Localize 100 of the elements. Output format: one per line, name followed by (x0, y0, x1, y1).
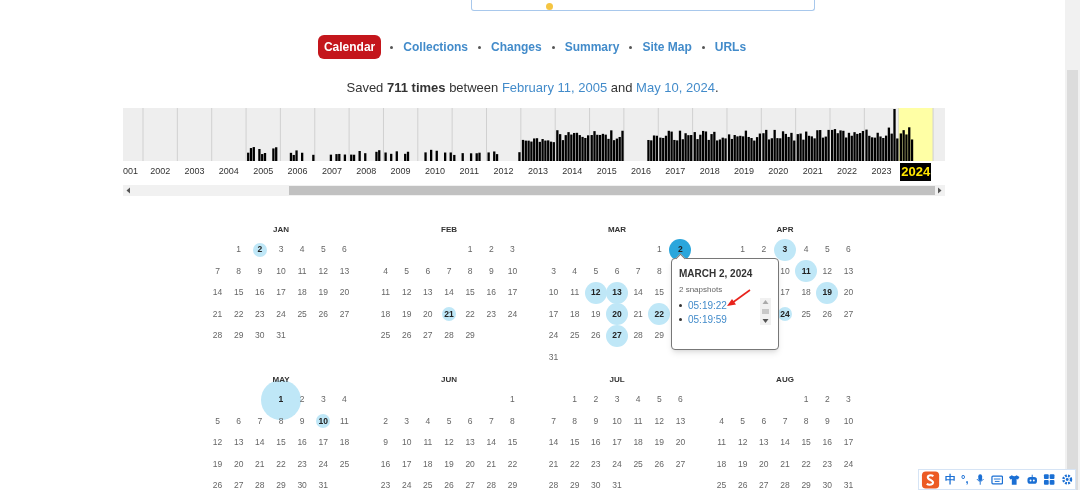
snapshot-day[interactable]: 19 (816, 281, 839, 304)
calendar-day: 4 (803, 243, 809, 257)
year-label[interactable]: 2013 (527, 165, 548, 179)
calendar-day: 12 (212, 436, 223, 450)
calendar-day: 14 (486, 436, 496, 450)
calendar-day: 29 (507, 479, 518, 490)
grid-icon[interactable] (1043, 473, 1056, 486)
nav-tab[interactable]: Summary (563, 38, 621, 56)
calendar-day: 19 (401, 307, 412, 321)
scrollbar-thumb[interactable] (1067, 70, 1078, 490)
year-label[interactable]: 2020 (768, 165, 789, 179)
snapshot-time-link[interactable]: 05:19:59 (688, 311, 727, 327)
snapshot-day[interactable]: 20 (606, 303, 628, 326)
snapshot-day[interactable]: 12 (584, 281, 607, 304)
url-field[interactable] (471, 0, 815, 11)
snapshot-day[interactable]: 2 (252, 242, 267, 257)
date-link[interactable]: February 11, 2005 (501, 80, 608, 95)
calendar-day: 1 (740, 243, 746, 257)
snapshot-time-link[interactable]: 05:19:22 (688, 297, 727, 313)
year-label[interactable]: 2008 (356, 165, 377, 179)
snapshot-day[interactable]: 3 (774, 238, 796, 261)
shirt-icon[interactable] (1008, 473, 1021, 486)
year-label[interactable]: 2006 (287, 165, 308, 179)
ime-logo-icon[interactable] (921, 470, 941, 489)
year-label[interactable]: 2024 (900, 163, 932, 181)
snapshot-day[interactable]: 22 (648, 303, 671, 326)
year-label[interactable]: 2023 (871, 165, 892, 179)
popup-scrollbar[interactable] (760, 298, 771, 325)
calendar-day: 28 (633, 329, 643, 343)
calendar-day: 3 (614, 393, 620, 407)
year-label[interactable]: 001 (123, 165, 139, 179)
nav-tab[interactable]: Calendar (317, 35, 382, 59)
date-link[interactable]: May 10, 2024 (636, 80, 715, 95)
calendar-day: 29 (276, 479, 286, 490)
calendar-day: 2 (299, 393, 305, 407)
calendar-day: 15 (507, 436, 518, 450)
year-label[interactable]: 2010 (424, 165, 445, 179)
calendar-day: 17 (780, 286, 790, 300)
calendar-day: 2 (761, 243, 767, 257)
year-label[interactable]: 2003 (184, 165, 205, 179)
calendar-day: 26 (401, 329, 412, 343)
month-title: JUN (441, 373, 457, 386)
calendar-day: 12 (318, 264, 328, 278)
ime-mode-toggle[interactable]: 中 (945, 473, 957, 486)
year-label[interactable]: 2015 (596, 165, 617, 179)
year-label[interactable]: 2021 (802, 165, 823, 179)
calendar-day: 1 (236, 243, 242, 257)
horizontal-scrollbar[interactable] (123, 185, 945, 196)
year-label[interactable]: 2018 (699, 165, 720, 179)
calendar-day: 25 (423, 479, 433, 490)
nav-tab[interactable]: Collections (402, 38, 469, 56)
month-title: JUL (609, 373, 625, 386)
calendar-day: 19 (654, 436, 664, 450)
calendar-day: 10 (276, 264, 286, 278)
scroll-left-icon[interactable] (125, 187, 132, 194)
calendar-day: 13 (465, 436, 475, 450)
scroll-right-icon[interactable] (936, 187, 943, 194)
calendar-day: 6 (614, 264, 620, 278)
robot-icon[interactable] (1025, 473, 1039, 486)
nav-tab[interactable]: URLs (713, 38, 748, 56)
calendar-day: 31 (276, 329, 286, 343)
calendar-day: 7 (446, 264, 452, 278)
year-label[interactable]: 2005 (253, 165, 274, 179)
year-label[interactable]: 2014 (562, 165, 583, 179)
snapshot-day[interactable]: 2 (669, 238, 692, 261)
year-label[interactable]: 2019 (734, 165, 755, 179)
year-label[interactable]: 2009 (390, 165, 411, 179)
snapshot-day[interactable]: 11 (795, 260, 818, 283)
vertical-scrollbar[interactable] (1065, 0, 1080, 490)
settings-icon[interactable] (1060, 473, 1073, 486)
calendar-day: 9 (488, 264, 494, 278)
scrollbar-thumb[interactable] (289, 186, 935, 195)
histogram-drawing[interactable] (123, 108, 945, 161)
ime-mode-toggle[interactable]: °, (961, 473, 969, 486)
year-label[interactable]: 2004 (218, 165, 239, 179)
year-label[interactable]: 2002 (150, 165, 171, 179)
keyboard-icon[interactable] (990, 473, 1004, 486)
year-label[interactable]: 2007 (321, 165, 342, 179)
calendar-day: 18 (569, 307, 580, 321)
month-title: FEB (441, 223, 457, 236)
nav-tab[interactable]: Site Map (641, 38, 693, 56)
calendar-day: 6 (342, 243, 347, 257)
nav-tab[interactable]: Changes (490, 38, 543, 56)
year-label[interactable]: 2016 (630, 165, 651, 179)
snapshot-day[interactable]: 27 (606, 324, 628, 347)
year-label[interactable]: 2012 (493, 165, 514, 179)
year-label[interactable]: 2017 (665, 165, 686, 179)
microphone-icon[interactable] (973, 473, 986, 486)
year-label[interactable]: 2011 (459, 165, 479, 179)
snapshot-day[interactable]: 10 (316, 414, 331, 429)
year-label[interactable]: 2022 (837, 165, 858, 179)
snapshot-day[interactable]: 21 (442, 307, 456, 322)
calendar-day: 8 (572, 414, 578, 428)
calendar-day: 25 (297, 307, 307, 321)
calendar-day: 26 (318, 307, 328, 321)
snapshot-day[interactable]: 13 (606, 281, 628, 304)
calendar-day: 17 (843, 436, 854, 450)
calendar-day: 24 (548, 329, 559, 343)
calendar-day: 20 (423, 307, 433, 321)
calendar-day: 5 (215, 414, 220, 428)
